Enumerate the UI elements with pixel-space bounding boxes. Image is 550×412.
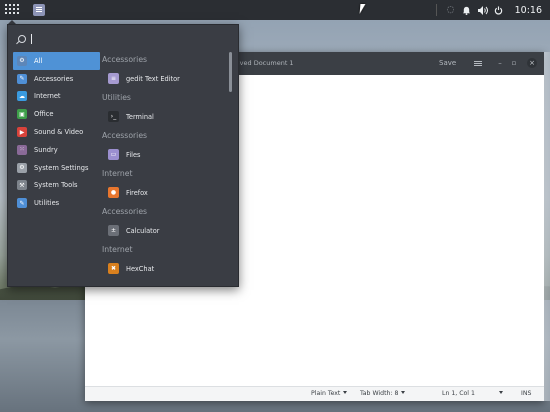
cloud-icon: ☁ [17,91,27,102]
group-header: Internet [102,245,133,254]
files-icon: ▭ [108,149,119,160]
grid-icon: ⁙ [17,144,27,155]
category-internet[interactable]: ☁ Internet [13,88,100,106]
calculator-icon: ± [108,225,119,236]
menu-search [16,32,230,50]
app-label: Files [126,150,141,159]
category-office[interactable]: ▣ Office [13,105,100,123]
system-tray: ◌ 10:16 [435,0,550,20]
chevron-down-icon [401,391,406,394]
app-label: Firefox [126,188,148,197]
group-header: Accessories [102,207,148,216]
app-label: Terminal [126,112,154,121]
category-system-tools[interactable]: ⚒ System Tools [13,177,100,195]
volume-icon[interactable] [477,4,489,16]
chevron-down-icon [498,391,503,394]
category-label: Office [34,110,54,119]
bell-icon[interactable] [461,4,473,16]
gear-icon: ⚙ [17,55,27,66]
maximize-button[interactable]: ▫ [510,57,518,69]
tab-width-selector[interactable]: Tab Width: 8 [360,390,406,397]
tray-separator [435,4,437,16]
accessories-icon: ✎ [17,73,27,84]
play-icon: ▶ [17,127,27,138]
save-button[interactable]: Save [439,57,456,69]
close-icon: × [527,58,537,68]
top-panel: ◌ 10:16 [0,0,550,20]
category-sundry[interactable]: ⁙ Sundry [13,141,100,159]
search-input[interactable] [34,32,230,50]
window-edge [544,52,550,401]
minimize-button[interactable]: – [496,57,504,69]
category-list: ⚙ All ✎ Accessories ☁ Internet ▣ Office ▶ Sound &… [13,52,100,212]
group-header: Utilities [102,93,131,102]
hexchat-icon: ✖ [108,263,119,274]
text-editor-icon: ≡ [108,73,119,84]
gedit-taskbar-button[interactable] [33,4,45,16]
category-label: Internet [34,92,61,101]
app-item-calculator[interactable]: ± Calculator [102,219,228,242]
text-caret [31,34,32,44]
hamburger-menu-button[interactable] [473,57,483,69]
app-item-gedit-text-editor[interactable]: ≡ gedit Text Editor [102,67,228,90]
tab-width-label: Tab Width: 8 [360,390,399,397]
category-accessories[interactable]: ✎ Accessories [13,70,100,88]
category-all[interactable]: ⚙ All [13,52,100,70]
app-label: gedit Text Editor [126,74,180,83]
terminal-icon: ›_ [108,111,119,122]
group-header: Internet [102,169,133,178]
close-button[interactable]: × [526,57,538,69]
application-menu: ⚙ All ✎ Accessories ☁ Internet ▣ Office ▶ Sound &… [7,24,239,287]
category-label: System Tools [34,181,78,190]
status-bar: Plain Text Tab Width: 8 Ln 1, Col 1 INS [85,386,544,401]
office-icon: ▣ [17,109,27,120]
category-utilities[interactable]: ✎ Utilities [13,194,100,212]
category-label: All [34,56,43,65]
app-label: Calculator [126,226,160,235]
app-item-firefox[interactable]: ● Firefox [102,181,228,204]
firefox-icon: ● [108,187,119,198]
category-label: System Settings [34,163,89,172]
app-item-files[interactable]: ▭ Files [102,143,228,166]
chevron-down-icon [343,391,348,394]
application-results: Accessories ≡ gedit Text Editor Utilities ›_… [102,52,228,282]
language-label: Plain Text [311,390,341,397]
mouse-pointer-icon [359,4,366,14]
insert-mode[interactable]: INS [521,390,531,397]
results-scrollbar[interactable] [229,52,232,92]
hamburger-icon [474,62,482,64]
power-icon[interactable] [493,4,505,16]
language-selector[interactable]: Plain Text [311,390,348,397]
category-sound-video[interactable]: ▶ Sound & Video [13,123,100,141]
clock[interactable]: 10:16 [515,5,542,16]
category-label: Accessories [34,74,74,83]
app-item-terminal[interactable]: ›_ Terminal [102,105,228,128]
settings-icon: ⚙ [17,162,27,173]
tools-icon: ⚒ [17,180,27,191]
group-header: Accessories [102,131,148,140]
app-label: HexChat [126,264,155,273]
applications-menu-button[interactable] [4,3,19,17]
cast-icon[interactable]: ◌ [445,4,457,16]
group-header: Accessories [102,55,148,64]
category-label: Sound & Video [34,128,84,137]
utilities-icon: ✎ [17,198,27,209]
search-icon [18,35,26,43]
cursor-position-label: Ln 1, Col 1 [442,390,475,397]
category-label: Utilities [34,199,60,208]
app-item-hexchat[interactable]: ✖ HexChat [102,257,228,280]
cursor-position[interactable]: Ln 1, Col 1 [442,390,503,397]
category-label: Sundry [34,145,58,154]
category-system-settings[interactable]: ⚙ System Settings [13,159,100,177]
